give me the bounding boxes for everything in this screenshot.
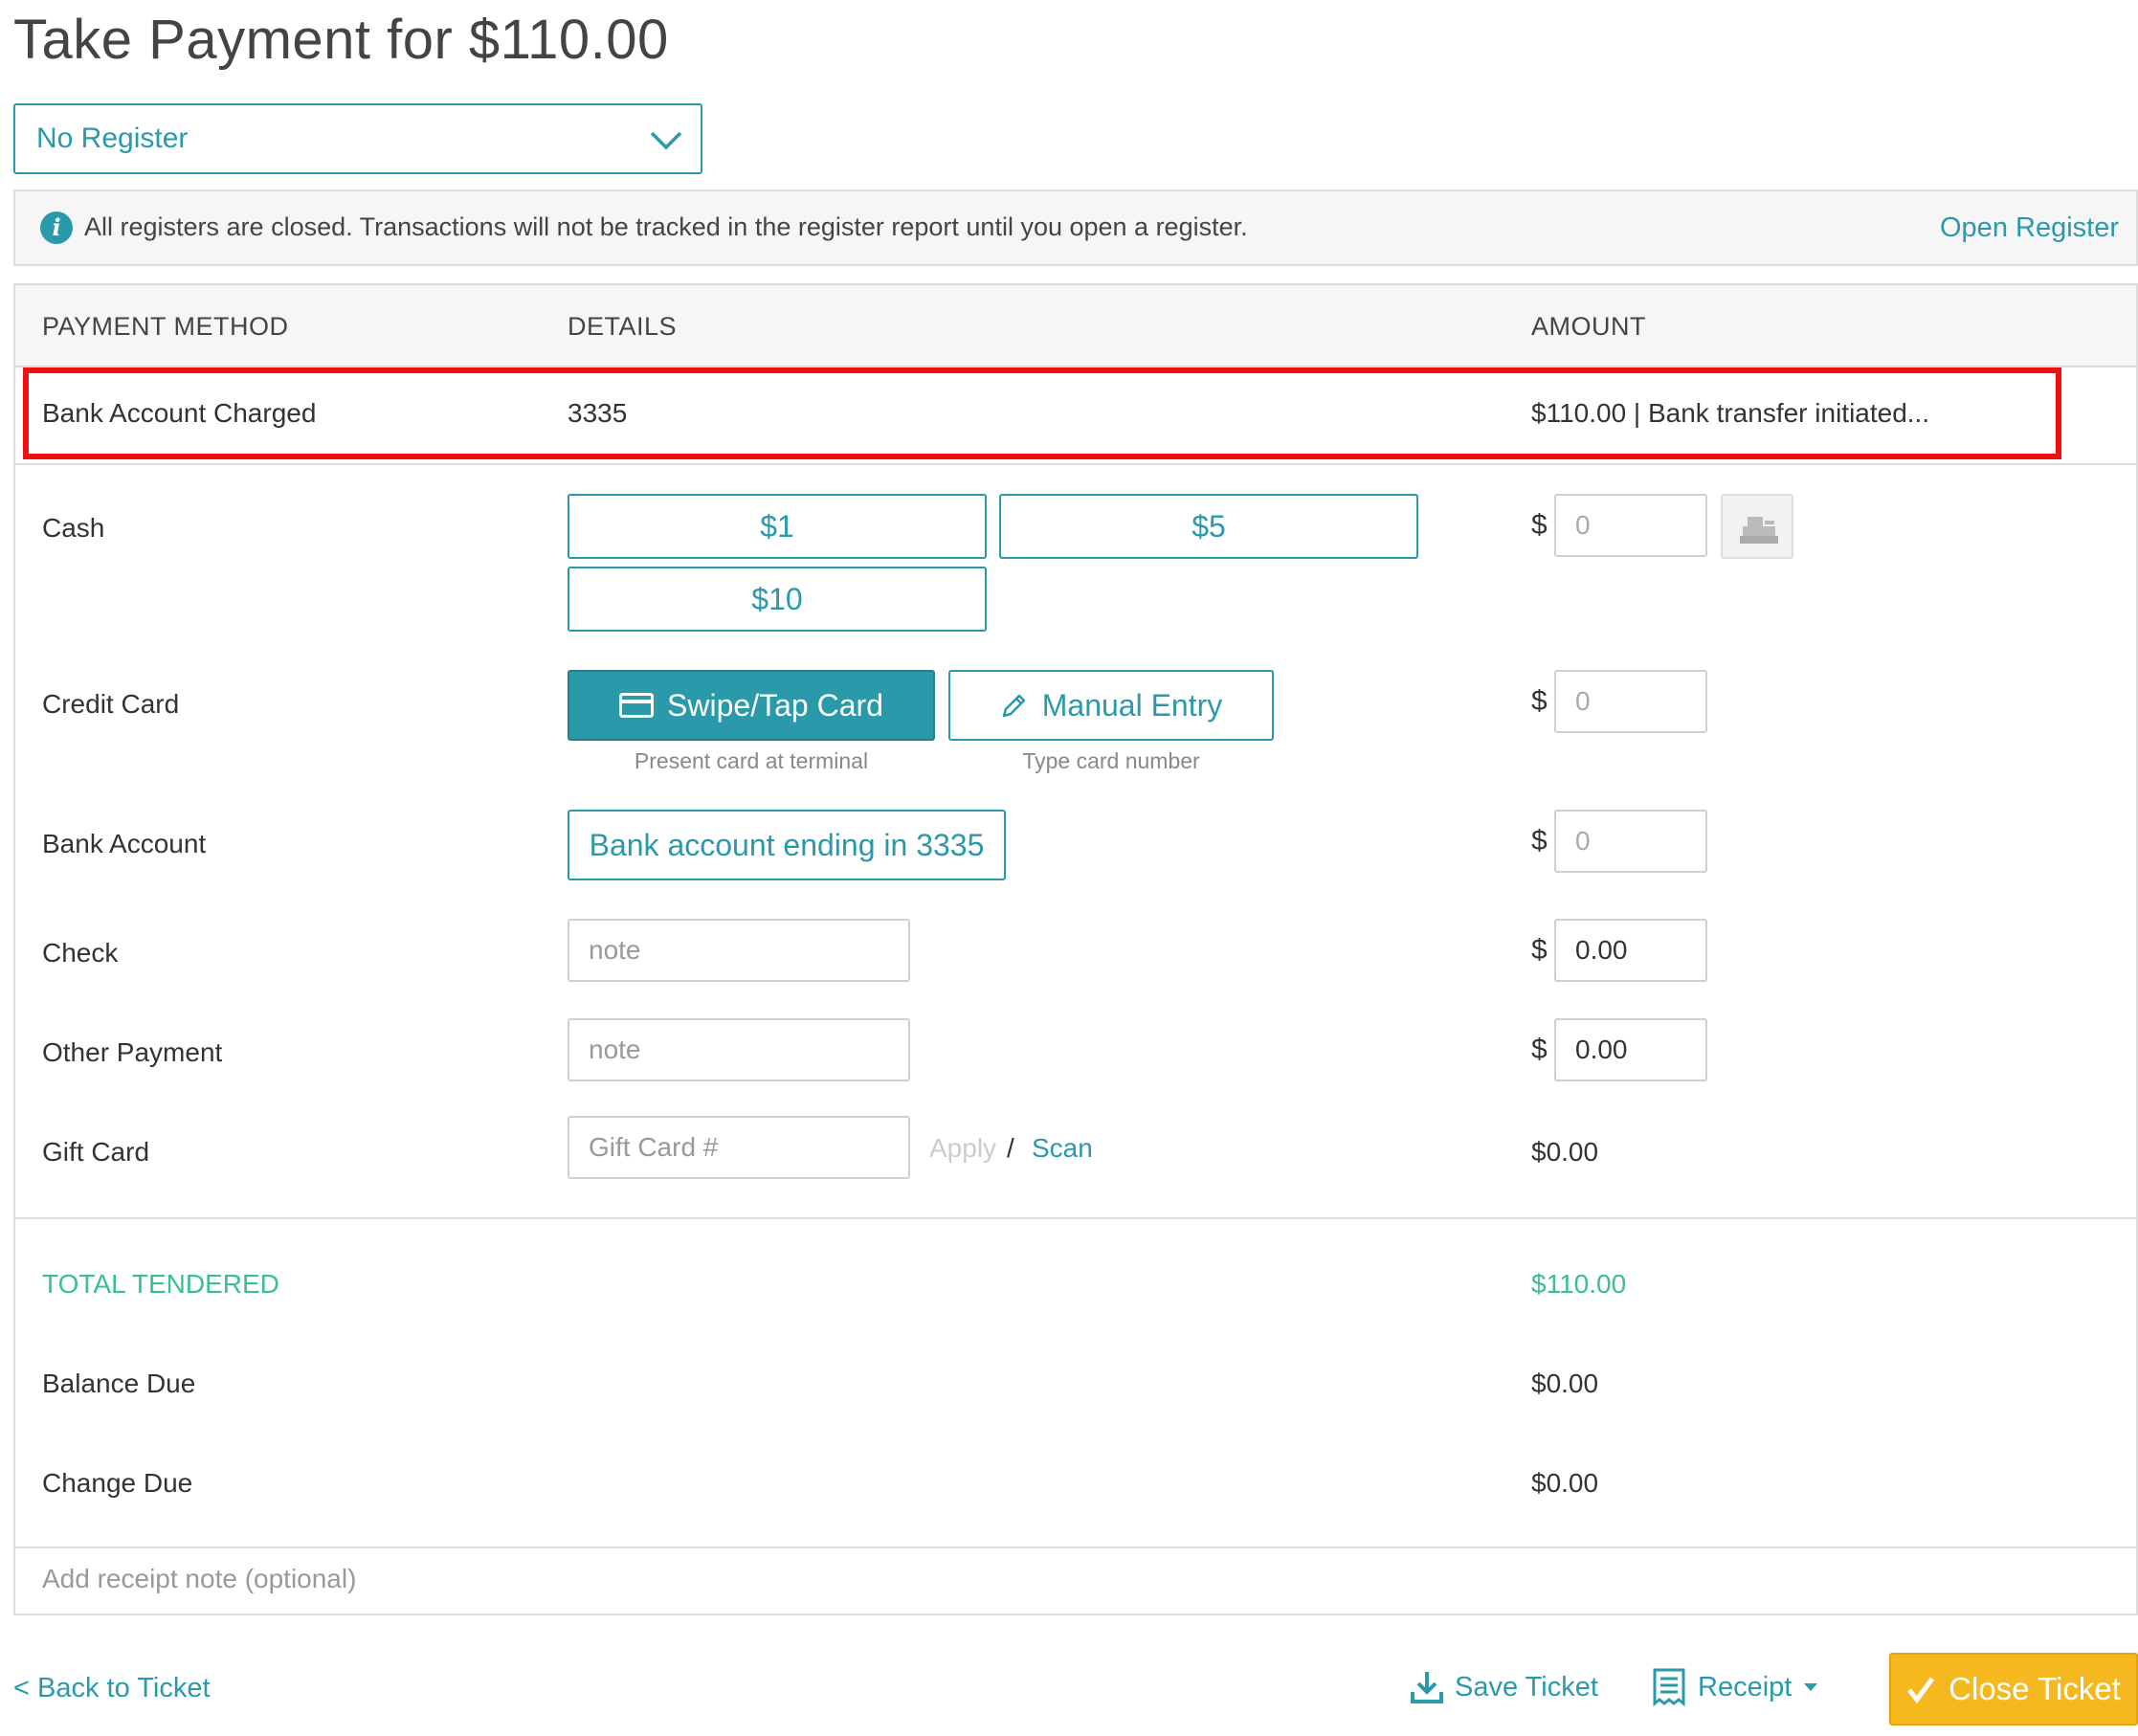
cash-drawer-button[interactable]	[1721, 494, 1793, 559]
charged-details: 3335	[568, 398, 628, 428]
balance-due-label: Balance Due	[42, 1369, 196, 1398]
credit-card-icon	[619, 693, 655, 718]
gift-card-label: Gift Card	[42, 1137, 150, 1167]
download-icon	[1411, 1672, 1443, 1703]
table-header: PAYMENT METHOD DETAILS AMOUNT	[15, 285, 2136, 367]
cash-label: Cash	[42, 513, 105, 543]
alert-message: All registers are closed. Transactions w…	[84, 212, 1248, 241]
gift-card-input[interactable]: Gift Card #	[568, 1116, 910, 1179]
header-details: DETAILS	[568, 312, 678, 341]
swipe-hint: Present card at terminal	[634, 748, 869, 773]
check-amount-input[interactable]: 0.00	[1554, 919, 1707, 982]
credit-label: Credit Card	[42, 689, 180, 719]
total-tendered-label: TOTAL TENDERED	[42, 1269, 279, 1299]
change-due-label: Change Due	[42, 1468, 193, 1498]
credit-amount-input[interactable]: 0	[1554, 670, 1707, 733]
change-due-value: $0.00	[1531, 1468, 1599, 1498]
check-note-input[interactable]: note	[568, 919, 910, 982]
swipe-tap-card-label: Swipe/Tap Card	[667, 687, 883, 723]
save-ticket-label: Save Ticket	[1455, 1671, 1598, 1703]
bank-label: Bank Account	[42, 829, 207, 858]
other-currency: $	[1531, 1034, 1548, 1065]
close-ticket-label: Close Ticket	[1949, 1671, 2121, 1706]
gift-apply-link[interactable]: Apply	[929, 1133, 996, 1164]
bank-account-button[interactable]: Bank account ending in 3335	[568, 810, 1006, 880]
total-tendered-value: $110.00	[1531, 1269, 1627, 1299]
charged-method: Bank Account Charged	[42, 398, 317, 428]
gift-card-amount: $0.00	[1531, 1137, 1599, 1167]
gift-scan-link[interactable]: Scan	[1032, 1133, 1093, 1164]
bank-currency: $	[1531, 825, 1548, 857]
caret-down-icon	[1804, 1683, 1818, 1691]
pencil-icon	[1002, 694, 1025, 718]
cash-1-button[interactable]: $1	[568, 494, 987, 559]
header-amount: AMOUNT	[1531, 312, 1646, 341]
save-ticket-button[interactable]: Save Ticket	[1409, 1669, 1598, 1705]
register-select-value: No Register	[36, 122, 189, 154]
page-title: Take Payment for $110.00	[13, 9, 669, 71]
register-select[interactable]: No Register	[13, 103, 702, 174]
cash-10-button[interactable]: $10	[568, 567, 987, 632]
payment-table: PAYMENT METHOD DETAILS AMOUNT Bank Accou…	[13, 283, 2138, 1615]
back-to-ticket-link[interactable]: < Back to Ticket	[13, 1673, 211, 1704]
credit-currency: $	[1531, 685, 1548, 717]
receipt-label: Receipt	[1698, 1671, 1793, 1703]
cash-5-button[interactable]: $5	[999, 494, 1418, 559]
check-currency: $	[1531, 934, 1548, 966]
cash-currency: $	[1531, 509, 1548, 541]
charged-amount: $110.00 | Bank transfer initiated...	[1531, 398, 1930, 428]
info-icon: i	[40, 211, 73, 244]
check-label: Check	[42, 938, 119, 968]
other-amount-input[interactable]: 0.00	[1554, 1018, 1707, 1081]
balance-due-value: $0.00	[1531, 1369, 1599, 1398]
receipt-icon	[1653, 1668, 1685, 1707]
register-alert: i All registers are closed. Transactions…	[13, 189, 2138, 266]
receipt-note-input[interactable]: Add receipt note (optional)	[42, 1564, 356, 1594]
manual-entry-label: Manual Entry	[1041, 687, 1223, 723]
gift-slash: /	[1007, 1133, 1014, 1163]
cash-amount-input[interactable]: 0	[1554, 494, 1707, 557]
manual-entry-button[interactable]: Manual Entry	[948, 670, 1274, 741]
other-payment-label: Other Payment	[42, 1037, 223, 1067]
other-note-input[interactable]: note	[568, 1018, 910, 1081]
take-payment-page: Take Payment for $110.00 No Register i A…	[0, 0, 2138, 1736]
receipt-dropdown-button[interactable]: Receipt	[1652, 1667, 1818, 1707]
open-register-link[interactable]: Open Register	[1940, 212, 2119, 244]
close-ticket-button[interactable]: Close Ticket	[1889, 1653, 2138, 1725]
bank-amount-input[interactable]: 0	[1554, 810, 1707, 873]
header-payment-method: PAYMENT METHOD	[42, 312, 289, 341]
chevron-down-icon	[650, 131, 682, 150]
checkmark-icon	[1907, 1677, 1935, 1703]
divider	[15, 1217, 2136, 1219]
manual-hint: Type card number	[1022, 748, 1200, 773]
divider	[15, 463, 2136, 465]
cash-register-icon	[1740, 517, 1778, 544]
divider	[15, 1547, 2136, 1548]
swipe-tap-card-button[interactable]: Swipe/Tap Card	[568, 670, 935, 741]
